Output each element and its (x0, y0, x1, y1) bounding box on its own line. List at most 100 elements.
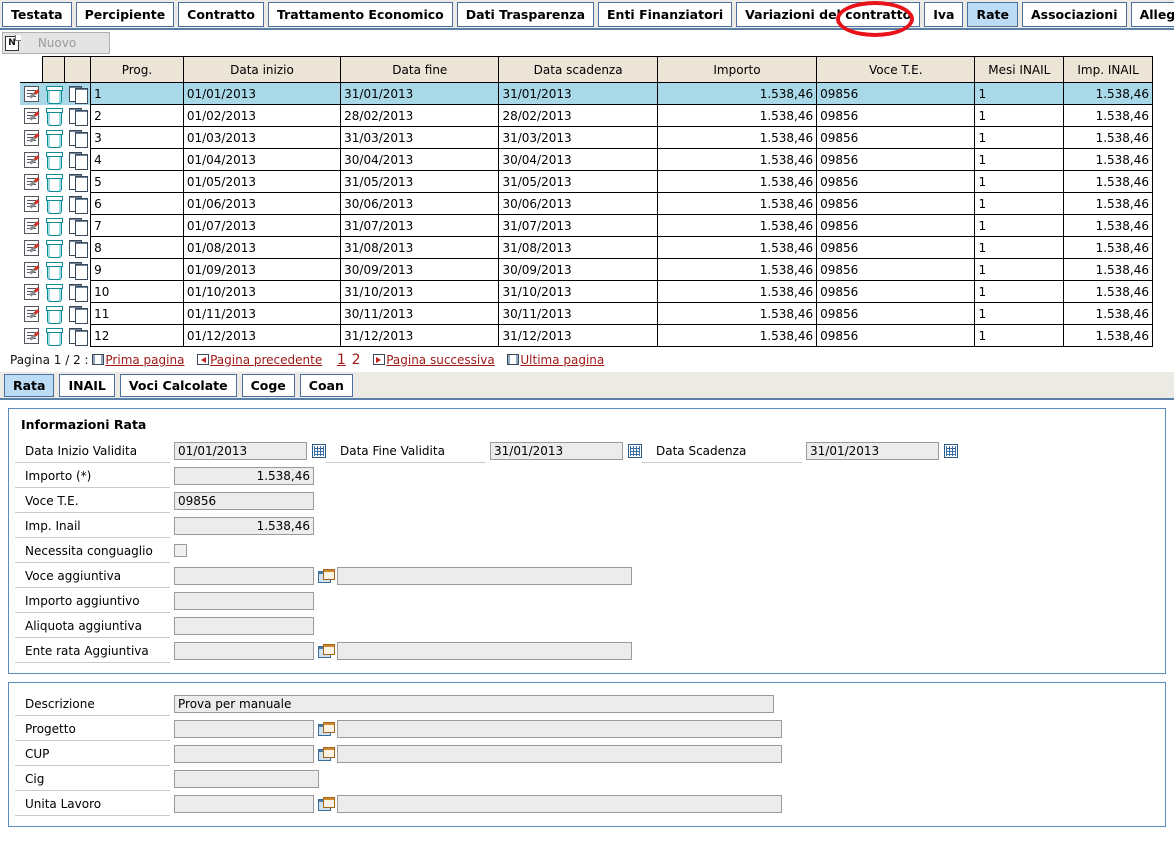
subtab-voci-calcolate[interactable]: Voci Calcolate (119, 374, 237, 397)
lookup-icon-progetto[interactable] (318, 721, 335, 736)
edit-icon[interactable] (23, 107, 39, 124)
copy-icon[interactable] (68, 261, 88, 280)
edit-icon[interactable] (23, 217, 39, 234)
delete-icon-cell[interactable] (42, 104, 65, 127)
copy-icon[interactable] (68, 239, 88, 258)
copy-icon-cell[interactable] (64, 258, 91, 281)
field-unita-lavoro-code[interactable] (174, 794, 314, 813)
copy-icon[interactable] (68, 217, 88, 236)
copy-icon-cell[interactable] (64, 82, 91, 105)
copy-icon-cell[interactable] (64, 104, 91, 127)
field-aliquota-aggiuntiva[interactable] (174, 616, 314, 635)
copy-icon-cell[interactable] (64, 214, 91, 237)
calendar-icon-data-fine[interactable] (628, 443, 642, 458)
delete-icon-cell[interactable] (42, 82, 65, 105)
field-data-inizio-validita[interactable]: 01/01/2013 (174, 441, 307, 460)
field-cig[interactable] (174, 769, 319, 788)
edit-icon[interactable] (23, 327, 39, 344)
delete-icon[interactable] (45, 305, 63, 324)
edit-icon[interactable] (23, 195, 39, 212)
copy-icon[interactable] (68, 305, 88, 324)
tab-testata[interactable]: Testata (2, 2, 72, 27)
field-voce-aggiuntiva-code[interactable] (174, 566, 314, 585)
field-cup-code[interactable] (174, 744, 314, 763)
table-row[interactable]: 10 01/10/2013 31/10/2013 31/10/2013 1.538,46… (20, 280, 1153, 303)
delete-icon-cell[interactable] (42, 214, 65, 237)
edit-icon-cell[interactable] (20, 126, 43, 149)
table-row[interactable]: 11 01/11/2013 30/11/2013 30/11/2013 1.538,46… (20, 302, 1153, 325)
edit-icon-cell[interactable] (20, 280, 43, 303)
edit-icon[interactable] (23, 283, 39, 300)
copy-icon[interactable] (68, 151, 88, 170)
delete-icon[interactable] (45, 239, 63, 258)
copy-icon[interactable] (68, 129, 88, 148)
copy-icon-cell[interactable] (64, 302, 91, 325)
table-row[interactable]: 5 01/05/2013 31/05/2013 31/05/2013 1.538,46 0… (20, 170, 1153, 193)
copy-icon[interactable] (68, 173, 88, 192)
delete-icon[interactable] (45, 195, 63, 214)
tab-dati-trasparenza[interactable]: Dati Trasparenza (456, 2, 595, 27)
delete-icon[interactable] (45, 173, 63, 192)
table-row[interactable]: 8 01/08/2013 31/08/2013 31/08/2013 1.538,46 0… (20, 236, 1153, 259)
delete-icon-cell[interactable] (42, 258, 65, 281)
table-row[interactable]: 7 01/07/2013 31/07/2013 31/07/2013 1.538,46 0… (20, 214, 1153, 237)
edit-icon-cell[interactable] (20, 82, 43, 105)
copy-icon-cell[interactable] (64, 324, 91, 347)
copy-icon-cell[interactable] (64, 126, 91, 149)
copy-icon-cell[interactable] (64, 170, 91, 193)
field-imp-inail[interactable]: 1.538,46 (174, 516, 314, 535)
subtab-coan[interactable]: Coan (299, 374, 353, 397)
calendar-icon-data-inizio[interactable] (312, 443, 326, 458)
edit-icon[interactable] (23, 305, 39, 322)
delete-icon[interactable] (45, 261, 63, 280)
table-row[interactable]: 1 01/01/2013 31/01/2013 31/01/2013 1.538,46 0… (20, 82, 1153, 105)
table-row[interactable]: 3 01/03/2013 31/03/2013 31/03/2013 1.538,46 0… (20, 126, 1153, 149)
table-row[interactable]: 4 01/04/2013 30/04/2013 30/04/2013 1.538,46 0… (20, 148, 1153, 171)
delete-icon[interactable] (45, 327, 63, 346)
edit-icon-cell[interactable] (20, 192, 43, 215)
page-number-1[interactable]: 1 (336, 352, 347, 368)
copy-icon-cell[interactable] (64, 236, 91, 259)
field-importo-aggiuntivo[interactable] (174, 591, 314, 610)
delete-icon[interactable] (45, 129, 63, 148)
field-cup-desc[interactable] (337, 744, 782, 763)
field-descrizione[interactable]: Prova per manuale (174, 694, 774, 713)
field-voce-aggiuntiva-desc[interactable] (337, 566, 632, 585)
edit-icon-cell[interactable] (20, 324, 43, 347)
field-data-scadenza[interactable]: 31/01/2013 (806, 441, 939, 460)
copy-icon[interactable] (68, 107, 88, 126)
tab-rate[interactable]: Rate (967, 2, 1018, 27)
field-voce-te[interactable]: 09856 (174, 491, 314, 510)
edit-icon-cell[interactable] (20, 236, 43, 259)
tab-percipiente[interactable]: Percipiente (75, 2, 175, 27)
table-row[interactable]: 2 01/02/2013 28/02/2013 28/02/2013 1.538,46 0… (20, 104, 1153, 127)
copy-icon[interactable] (68, 283, 88, 302)
delete-icon-cell[interactable] (42, 148, 65, 171)
lookup-icon-voce-aggiuntiva[interactable] (318, 568, 335, 583)
delete-icon-cell[interactable] (42, 170, 65, 193)
edit-icon[interactable] (23, 129, 39, 146)
table-row[interactable]: 9 01/09/2013 30/09/2013 30/09/2013 1.538,46 0… (20, 258, 1153, 281)
field-progetto-desc[interactable] (337, 719, 782, 738)
lookup-icon-ente-rata-aggiuntiva[interactable] (318, 643, 335, 658)
field-importo[interactable]: 1.538,46 (174, 466, 314, 485)
table-row[interactable]: 6 01/06/2013 30/06/2013 30/06/2013 1.538,46 0… (20, 192, 1153, 215)
field-ente-rata-aggiuntiva-code[interactable] (174, 641, 314, 660)
edit-icon[interactable] (23, 151, 39, 168)
field-ente-rata-aggiuntiva-desc[interactable] (337, 641, 632, 660)
page-number-2[interactable]: 2 (351, 352, 362, 368)
subtab-rata[interactable]: Rata (4, 374, 55, 397)
delete-icon-cell[interactable] (42, 280, 65, 303)
tab-contratto[interactable]: Contratto (178, 2, 264, 27)
tab-iva[interactable]: Iva (924, 2, 964, 27)
checkbox-necessita-conguaglio[interactable] (174, 544, 187, 557)
edit-icon[interactable] (23, 239, 39, 256)
prev-page-link[interactable]: Pagina precedente (210, 353, 322, 367)
first-page-link[interactable]: Prima pagina (105, 353, 184, 367)
last-page-link[interactable]: Ultima pagina (520, 353, 604, 367)
next-page-link[interactable]: Pagina successiva (386, 353, 495, 367)
delete-icon-cell[interactable] (42, 324, 65, 347)
delete-icon-cell[interactable] (42, 126, 65, 149)
edit-icon[interactable] (23, 85, 39, 102)
calendar-icon-data-scadenza[interactable] (944, 443, 958, 458)
